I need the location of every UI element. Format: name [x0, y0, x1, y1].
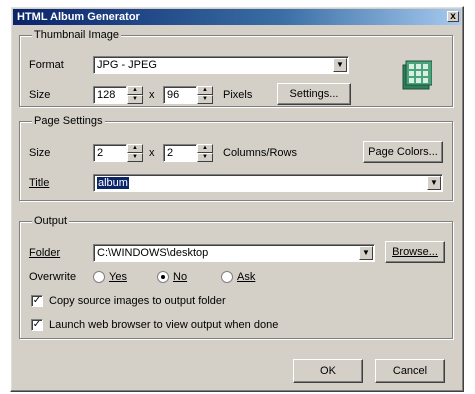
overwrite-no-radio[interactable]: [157, 271, 169, 283]
thumb-width-value: 128: [97, 89, 116, 101]
settings-button[interactable]: Settings...: [277, 83, 351, 105]
page-settings-legend: Page Settings: [32, 115, 105, 127]
thumb-height-value: 96: [167, 89, 180, 101]
overwrite-ask-label[interactable]: Ask: [237, 271, 255, 283]
spin-down-icon[interactable]: ▼: [197, 153, 213, 162]
checkmark-icon: ✓: [32, 319, 42, 330]
thumb-width-input[interactable]: 128: [93, 86, 127, 104]
settings-button-label: Settings...: [289, 88, 339, 100]
page-colors-button[interactable]: Page Colors...: [363, 141, 443, 163]
cancel-button-label: Cancel: [392, 365, 428, 377]
ok-button[interactable]: OK: [293, 359, 363, 383]
thumb-height-input[interactable]: 96: [163, 86, 197, 104]
spin-down-icon[interactable]: ▼: [197, 95, 213, 104]
window-title: HTML Album Generator: [17, 11, 140, 23]
overwrite-yes-radio[interactable]: [93, 271, 105, 283]
launch-browser-checkbox[interactable]: ✓: [31, 319, 43, 331]
columns-rows-label: Columns/Rows: [223, 147, 297, 159]
title-value: album: [97, 177, 129, 189]
launch-browser-label[interactable]: Launch web browser to view output when d…: [49, 319, 278, 331]
folder-label: Folder: [29, 247, 61, 259]
overwrite-no-label[interactable]: No: [173, 271, 187, 283]
page-colors-button-label: Page Colors...: [368, 146, 438, 158]
pixels-label: Pixels: [223, 89, 253, 101]
close-icon: x: [450, 11, 456, 22]
spin-up-icon[interactable]: ▲: [127, 144, 143, 153]
checkmark-icon: ✓: [32, 295, 42, 306]
copy-images-label[interactable]: Copy source images to output folder: [49, 295, 226, 307]
ok-button-label: OK: [320, 365, 336, 377]
close-button[interactable]: x: [447, 11, 459, 22]
output-legend: Output: [32, 215, 70, 227]
title-label: Title: [29, 177, 50, 189]
copy-images-checkbox[interactable]: ✓: [31, 295, 43, 307]
overwrite-ask-radio[interactable]: [221, 271, 233, 283]
title-bar[interactable]: HTML Album Generator x: [13, 9, 461, 25]
format-label: Format: [29, 59, 64, 71]
cancel-button[interactable]: Cancel: [375, 359, 445, 383]
browse-button[interactable]: Browse...: [385, 241, 445, 263]
thumb-size-label: Size: [29, 89, 51, 101]
thumbnail-group-legend: Thumbnail Image: [32, 29, 121, 41]
title-combo[interactable]: album ▼: [93, 174, 443, 192]
spin-down-icon[interactable]: ▼: [127, 153, 143, 162]
folder-value: C:\WINDOWS\desktop: [97, 247, 209, 259]
overwrite-label: Overwrite: [29, 271, 77, 283]
spin-down-icon[interactable]: ▼: [127, 95, 143, 104]
format-value: JPG - JPEG: [97, 59, 157, 71]
columns-value: 2: [97, 147, 104, 159]
dropdown-arrow-icon[interactable]: ▼: [333, 58, 347, 72]
format-select[interactable]: JPG - JPEG ▼: [93, 56, 349, 74]
radio-selected-dot: [161, 275, 165, 279]
dropdown-arrow-icon[interactable]: ▼: [427, 176, 441, 190]
spin-up-icon[interactable]: ▲: [197, 144, 213, 153]
folder-combo[interactable]: C:\WINDOWS\desktop ▼: [93, 244, 375, 262]
spin-up-icon[interactable]: ▲: [197, 86, 213, 95]
thumb-width-spinner[interactable]: ▲ ▼: [127, 86, 143, 104]
thumb-times-label: x: [149, 89, 155, 101]
thumb-height-spinner[interactable]: ▲ ▼: [197, 86, 213, 104]
columns-input[interactable]: 2: [93, 144, 127, 162]
thumbnail-grid-icon: [402, 60, 432, 90]
album-generator-dialog: HTML Album Generator x Thumbnail Image F…: [10, 6, 464, 392]
page-size-label: Size: [29, 147, 51, 159]
browse-button-label: Browse...: [392, 246, 438, 258]
rows-spinner[interactable]: ▲ ▼: [197, 144, 213, 162]
columns-spinner[interactable]: ▲ ▼: [127, 144, 143, 162]
overwrite-yes-label[interactable]: Yes: [109, 271, 127, 283]
rows-input[interactable]: 2: [163, 144, 197, 162]
page-times-label: x: [149, 147, 155, 159]
spin-up-icon[interactable]: ▲: [127, 86, 143, 95]
dropdown-arrow-icon[interactable]: ▼: [359, 246, 373, 260]
rows-value: 2: [167, 147, 174, 159]
